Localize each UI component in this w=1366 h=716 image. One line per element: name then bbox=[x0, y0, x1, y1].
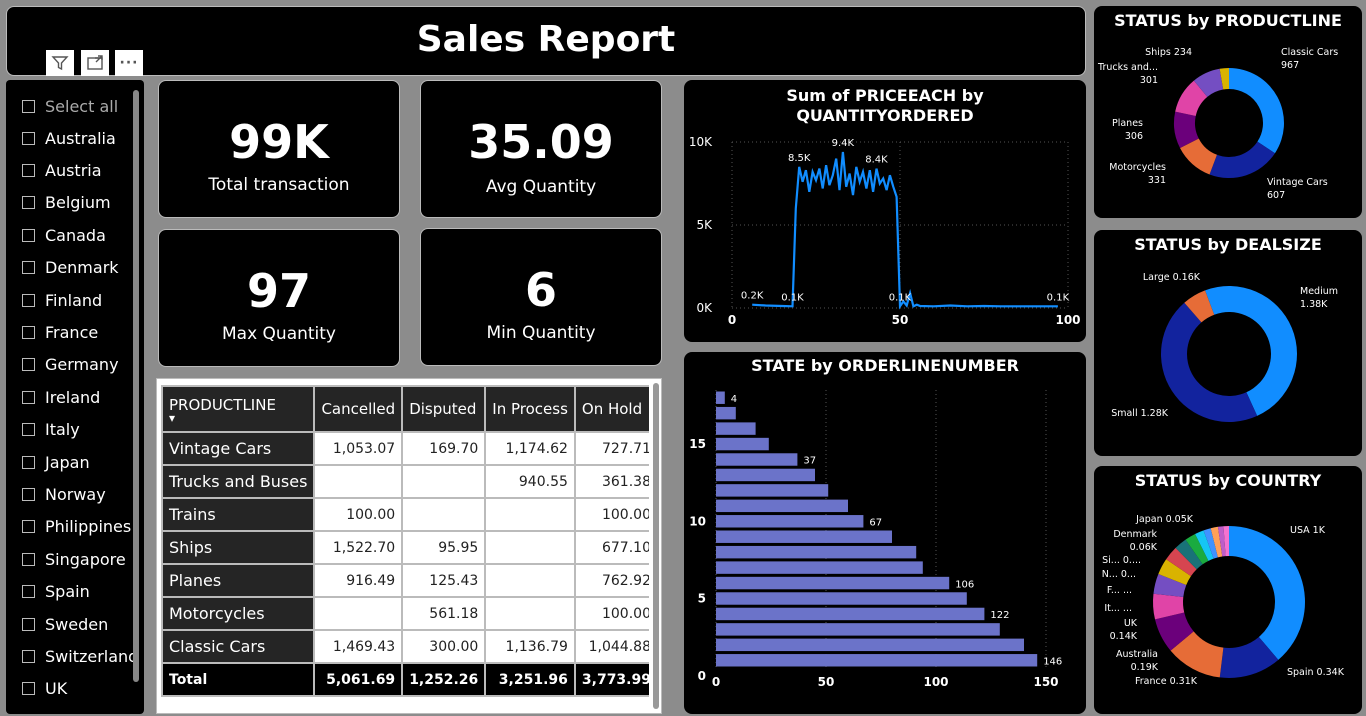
slice-label: 0.19K bbox=[1131, 662, 1159, 673]
slice-label: Denmark bbox=[1113, 529, 1157, 540]
slice-label: Planes bbox=[1112, 118, 1143, 129]
donut-slice bbox=[1161, 302, 1258, 422]
slice-label: 0.06K bbox=[1130, 542, 1158, 553]
slice-label: Small 1.28K bbox=[1111, 408, 1169, 419]
slice-label: Trucks and... bbox=[1097, 62, 1158, 73]
slice-label: Large 0.16K bbox=[1143, 272, 1201, 283]
slice-label: Ships 234 bbox=[1145, 47, 1192, 58]
slice-label: UK bbox=[1124, 618, 1138, 629]
slice-label: 306 bbox=[1125, 131, 1143, 142]
slice-label: 607 bbox=[1267, 190, 1285, 201]
slice-label: Japan 0.05K bbox=[1135, 514, 1194, 525]
slice-label: 1.38K bbox=[1300, 299, 1328, 310]
donut-slice bbox=[1209, 141, 1275, 179]
slice-label: Si... 0.... bbox=[1102, 555, 1141, 566]
slice-label: Medium bbox=[1300, 286, 1338, 297]
slice-label: 967 bbox=[1281, 60, 1299, 71]
slice-label: 331 bbox=[1148, 175, 1166, 186]
slice-label: USA 1K bbox=[1290, 525, 1326, 536]
slice-label: N... 0... bbox=[1102, 569, 1136, 580]
slice-label: 301 bbox=[1140, 75, 1158, 86]
slice-label: Spain 0.34K bbox=[1287, 667, 1345, 678]
slice-label: 0.14K bbox=[1110, 631, 1138, 642]
slice-label: Motorcycles bbox=[1109, 162, 1166, 173]
slice-label: France 0.31K bbox=[1135, 676, 1198, 687]
slice-label: It... ... bbox=[1104, 603, 1132, 614]
slice-label: F... ... bbox=[1107, 585, 1132, 596]
slice-label: Vintage Cars bbox=[1267, 177, 1328, 188]
donut-slice bbox=[1229, 526, 1306, 660]
slice-label: Australia bbox=[1116, 649, 1158, 660]
donut-slice bbox=[1229, 68, 1284, 154]
donut-charts: Classic Cars 967 Vintage Cars 607 Motorcycle… bbox=[1097, 47, 1345, 687]
slice-label: Classic Cars bbox=[1281, 47, 1338, 58]
